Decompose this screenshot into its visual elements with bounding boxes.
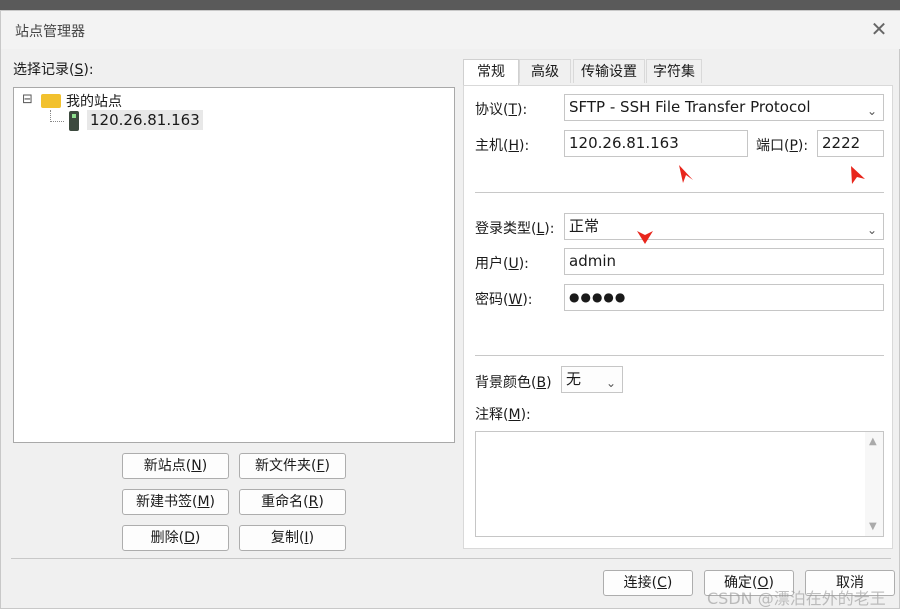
annotation-arrow-icon [679,165,693,183]
logon-type-label: 登录类型(L): [475,221,555,237]
background-color-label: 背景颜色(B) [475,375,552,391]
chevron-down-icon: ⌄ [866,223,877,237]
annotation-arrow-icon [637,231,653,244]
port-label: 端口(P): [756,138,809,154]
scroll-down-icon[interactable]: ▼ [869,521,877,532]
password-label: 密码(W): [475,292,533,308]
comments-label: 注释(M): [475,407,531,423]
logon-type-select[interactable]: 正常 ⌄ [564,213,884,240]
protocol-label: 协议(T): [475,102,528,118]
divider [475,355,884,356]
new-folder-button[interactable]: 新文件夹(F) [239,453,346,479]
copy-button[interactable]: 复制(I) [239,525,346,551]
divider [475,192,884,193]
delete-button[interactable]: 删除(D) [122,525,229,551]
title-bar: 站点管理器 ✕ [1,11,900,49]
host-input[interactable]: 120.26.81.163 [564,130,748,157]
collapse-toggle-icon[interactable]: ⊟ [22,92,33,107]
select-entry-label: 选择记录(S): [13,62,94,78]
chevron-down-icon: ⌄ [605,376,616,390]
scrollbar[interactable]: ▲ ▼ [865,432,883,536]
tab-transfer-settings[interactable]: 传输设置 [573,59,645,83]
watermark: CSDN @漂泊在外的老王 [707,589,886,608]
tree-root-my-sites[interactable]: 我的站点 [66,91,122,111]
tab-charset[interactable]: 字符集 [646,59,702,83]
footer-divider [11,558,891,559]
tree-item-server[interactable]: 120.26.81.163 [87,110,203,130]
close-icon[interactable]: ✕ [867,17,891,41]
tree-connector [50,121,64,122]
password-input[interactable]: ●●●●● [564,284,884,311]
tab-advanced[interactable]: 高级 [519,59,571,83]
server-icon [69,111,79,131]
folder-icon [41,94,61,108]
background-color-select[interactable]: 无 ⌄ [561,366,623,393]
tab-general[interactable]: 常规 [463,59,519,86]
connect-button[interactable]: 连接(C) [603,570,693,596]
new-bookmark-button[interactable]: 新建书签(M) [122,489,229,515]
user-input[interactable]: admin [564,248,884,275]
protocol-select[interactable]: SFTP - SSH File Transfer Protocol ⌄ [564,94,884,121]
new-site-button[interactable]: 新站点(N) [122,453,229,479]
comments-textarea[interactable]: ▲ ▼ [475,431,884,537]
user-label: 用户(U): [475,256,529,272]
annotation-arrow-icon [851,166,865,184]
site-tree[interactable]: ⊟ 我的站点 120.26.81.163 [13,87,455,443]
port-input[interactable]: 2222 [817,130,884,157]
chevron-down-icon: ⌄ [866,104,877,118]
rename-button[interactable]: 重命名(R) [239,489,346,515]
scroll-up-icon[interactable]: ▲ [869,436,877,447]
window-title: 站点管理器 [15,24,85,40]
site-manager-dialog: 站点管理器 ✕ 选择记录(S): ⊟ 我的站点 120.26.81.163 新站… [0,10,900,609]
host-label: 主机(H): [475,138,530,154]
